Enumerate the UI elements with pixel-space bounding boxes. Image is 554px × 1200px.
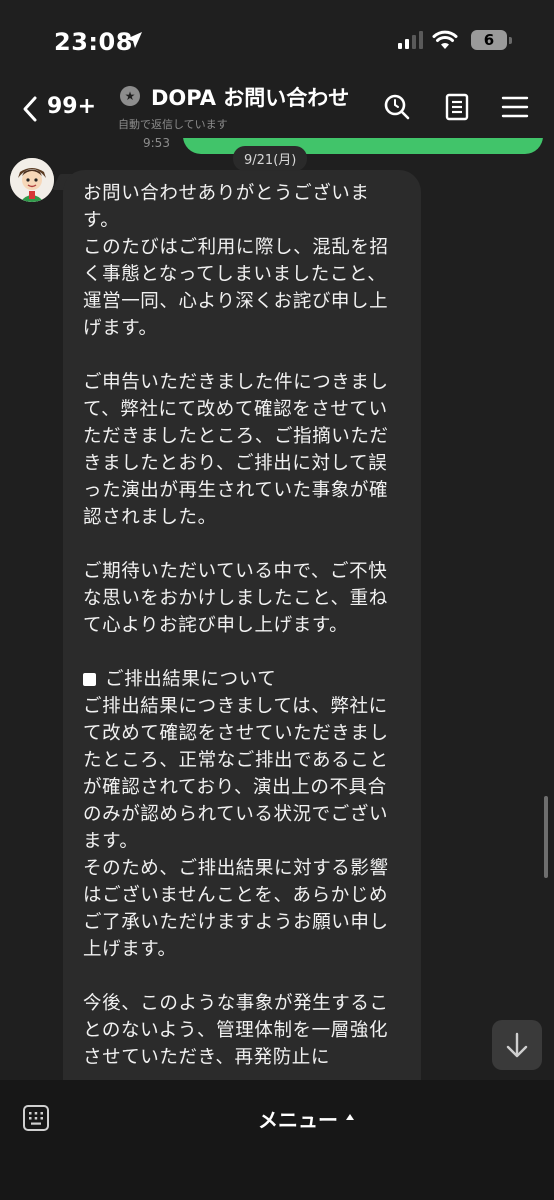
cellular-signal-icon [398, 31, 423, 49]
message-paragraph: ご排出結果について ご排出結果につきましては、弊社にて改めて確認をさせていただき… [83, 666, 403, 963]
date-separator: 9/21(月) [233, 146, 308, 171]
message-paragraph: 今後、このような事象が発生することのないよう、管理体制を一層強化させていただき、… [83, 990, 403, 1071]
chat-area[interactable]: 9:53 お問い合わせありがとうございます。 このたびはご利用に際し、混乱を招く… [0, 138, 554, 1080]
auto-reply-status: 自動で返信しています [118, 118, 228, 131]
message-paragraph: ご申告いただきました件につきまして、弊社にて改めて確認をさせていただきましたとこ… [83, 369, 403, 531]
menu-icon[interactable] [500, 92, 530, 122]
keyboard-icon[interactable] [22, 1104, 50, 1132]
message-paragraph: お問い合わせありがとうございます。 このたびはご利用に際し、混乱を招く事態となっ… [83, 180, 403, 342]
clock: 23:08 [54, 28, 133, 56]
battery-indicator: 6 [471, 30, 507, 50]
scrollbar[interactable] [544, 796, 548, 878]
message-time: 9:53 [143, 138, 170, 150]
unread-count[interactable]: 99+ [47, 94, 96, 119]
message-text: 今後、このような事象が発生することのないよう、管理体制を一層強化させていただき、… [83, 993, 389, 1068]
wifi-icon [432, 30, 458, 49]
chevron-left-icon[interactable] [18, 94, 44, 124]
search-icon[interactable] [382, 92, 412, 122]
battery-tip [509, 37, 512, 44]
chat-title[interactable]: DOPA お問い合わせ [151, 82, 349, 112]
square-bullet-icon [83, 673, 96, 686]
caret-up-icon[interactable] [346, 1114, 354, 1120]
message-text: ご期待いただいている中で、ご不快な思いをおかけしましたこと、重ねて心よりお詫び申… [83, 561, 388, 636]
scroll-to-bottom-button[interactable] [492, 1020, 542, 1070]
official-account-shield-icon: ★ [120, 86, 140, 106]
received-message-bubble[interactable]: お問い合わせありがとうございます。 このたびはご利用に際し、混乱を招く事態となっ… [63, 170, 421, 1080]
menu-toggle-button[interactable]: メニュー [258, 1104, 338, 1133]
message-text: お問い合わせありがとうございます。 このたびはご利用に際し、混乱を招く事態となっ… [83, 183, 389, 339]
message-text: ご申告いただきました件につきまして、弊社にて改めて確認をさせていただきましたとこ… [83, 372, 389, 528]
avatar[interactable] [10, 158, 54, 202]
notes-icon[interactable] [442, 92, 472, 122]
message-paragraph: ご期待いただいている中で、ご不快な思いをおかけしましたこと、重ねて心よりお詫び申… [83, 558, 403, 639]
message-text: ご排出結果につきましては、弊社にて改めて確認をさせていただきましたところ、正常な… [83, 696, 389, 960]
avatar-character-icon [10, 158, 54, 202]
arrow-down-icon [506, 1032, 528, 1058]
bottom-menu-bar: メニュー [0, 1080, 554, 1200]
section-heading: ご排出結果について [105, 669, 277, 690]
chat-header: 99+ ★ DOPA お問い合わせ 自動で返信しています [0, 80, 554, 138]
status-bar: 23:08 6 [0, 0, 554, 80]
location-arrow-icon [126, 32, 142, 48]
